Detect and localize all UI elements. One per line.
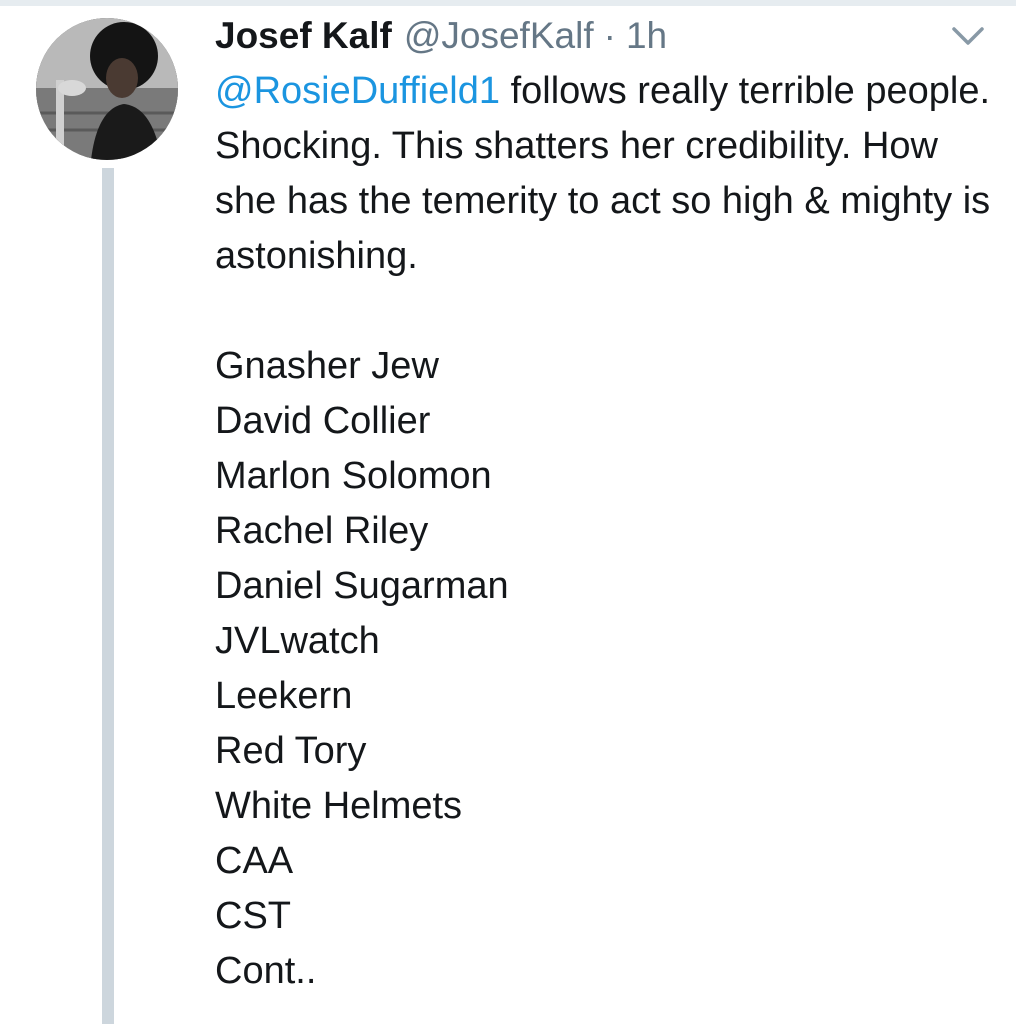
tweet-text: @RosieDuffield1 follows really terrible … xyxy=(215,64,995,999)
list-item: Gnasher Jew xyxy=(215,345,439,387)
avatar[interactable] xyxy=(36,18,178,160)
thread-line xyxy=(102,168,114,1024)
avatar-image xyxy=(36,18,178,160)
list-item: Daniel Sugarman xyxy=(215,565,509,607)
list-item: CAA xyxy=(215,840,294,882)
mention-link[interactable]: @RosieDuffield1 xyxy=(215,70,500,112)
list-item: Red Tory xyxy=(215,730,367,772)
list-item: Marlon Solomon xyxy=(215,455,492,497)
chevron-down-icon[interactable] xyxy=(950,22,986,50)
author-display-name[interactable]: Josef Kalf xyxy=(215,12,392,60)
top-divider xyxy=(0,0,1016,6)
list-item: Leekern xyxy=(215,675,353,717)
tweet-timestamp[interactable]: 1h xyxy=(626,12,667,60)
author-handle[interactable]: @JosefKalf xyxy=(404,12,594,60)
list-item: David Collier xyxy=(215,400,431,442)
separator-dot: · xyxy=(603,15,616,56)
tweet-header: Josef Kalf @JosefKalf · 1h xyxy=(215,12,667,60)
list-item: CST xyxy=(215,895,291,937)
follow-list: Gnasher Jew David Collier Marlon Solomon… xyxy=(215,339,995,999)
list-item: Rachel Riley xyxy=(215,510,429,552)
tweet-paragraph: @RosieDuffield1 follows really terrible … xyxy=(215,64,995,284)
list-item: White Helmets xyxy=(215,785,463,827)
list-item: Cont.. xyxy=(215,950,317,992)
list-item: JVLwatch xyxy=(215,620,380,662)
